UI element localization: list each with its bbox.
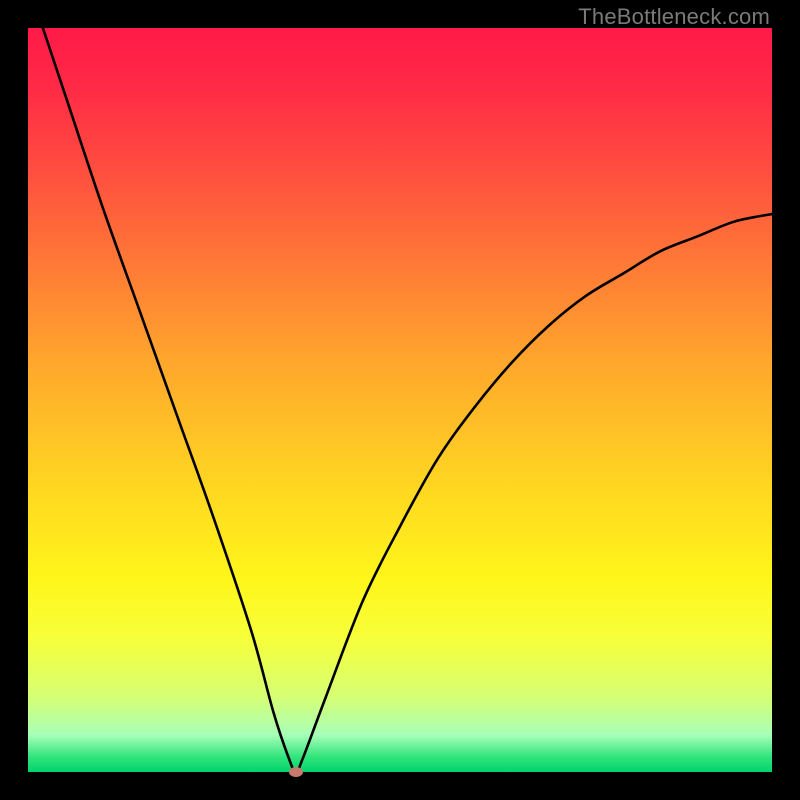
- chart-frame: TheBottleneck.com: [0, 0, 800, 800]
- attribution-text: TheBottleneck.com: [578, 4, 770, 30]
- minimum-marker: [289, 767, 303, 777]
- plot-area: [28, 28, 772, 772]
- bottleneck-curve: [28, 28, 772, 772]
